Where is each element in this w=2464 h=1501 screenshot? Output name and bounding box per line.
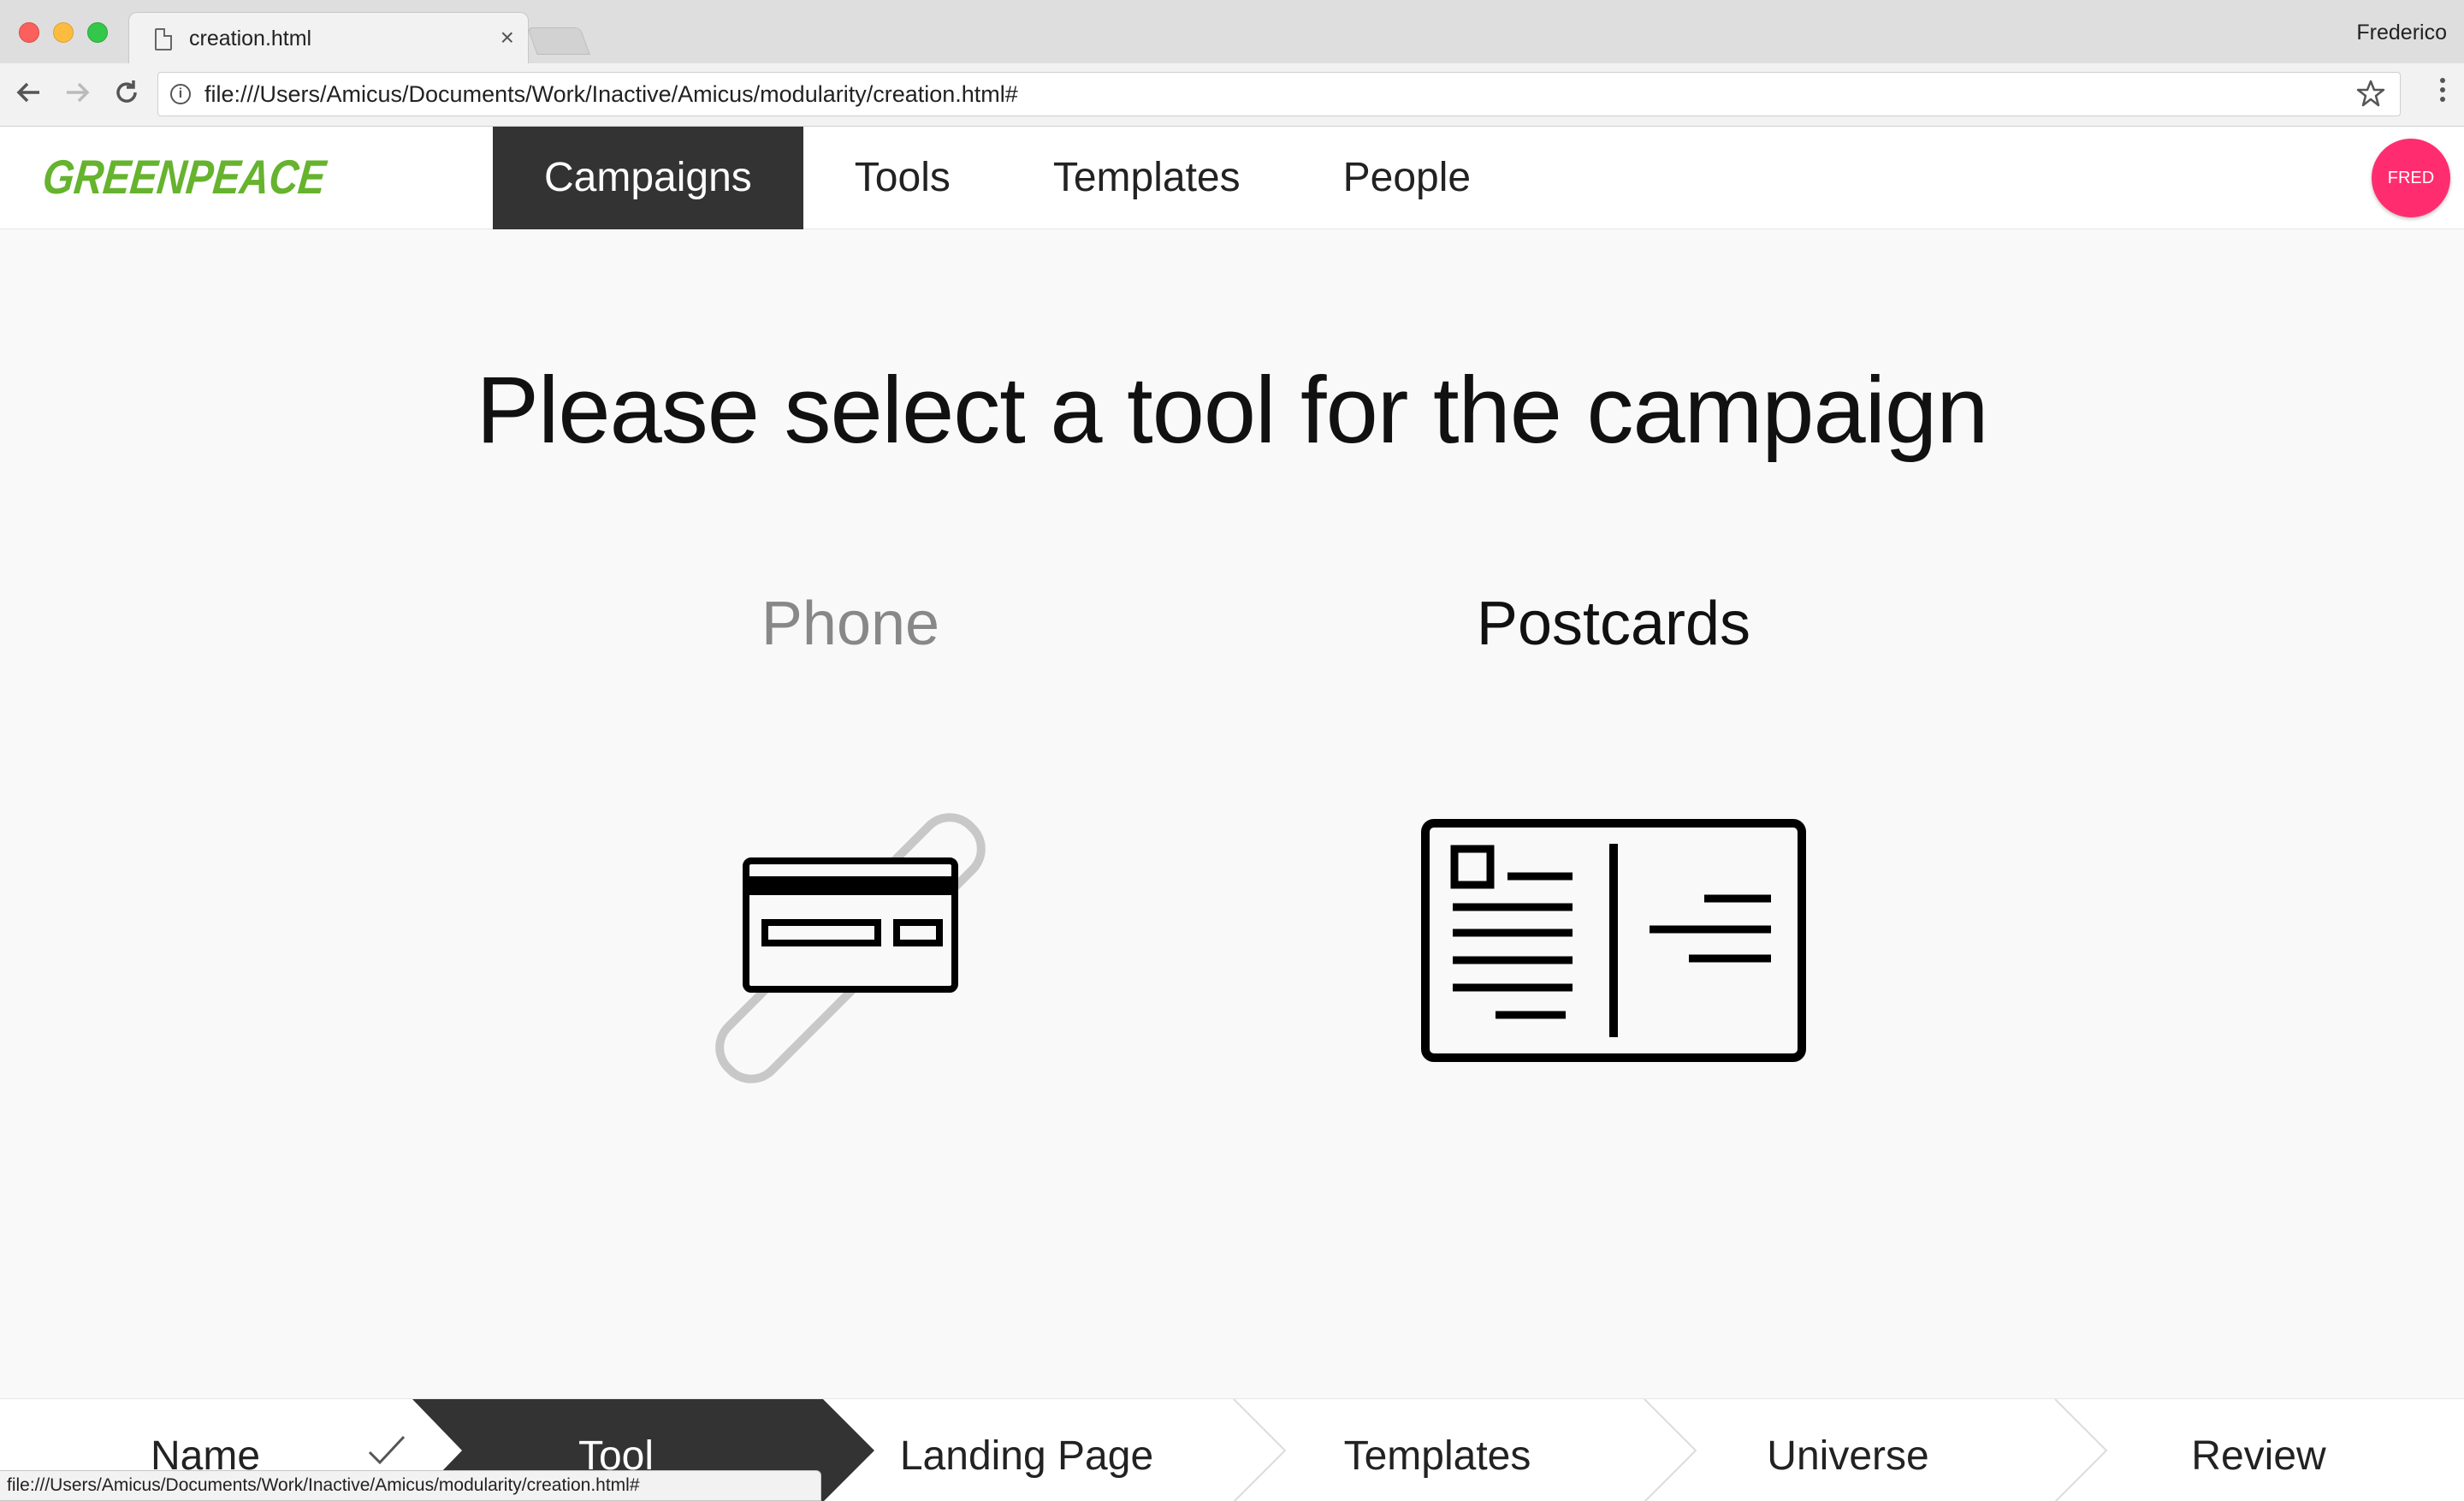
main-nav: Campaigns Tools Templates People: [493, 127, 1522, 229]
greenpeace-logo[interactable]: GREENPEACE: [43, 147, 334, 207]
tab-title: creation.html: [189, 27, 312, 50]
avatar[interactable]: FRED: [2372, 139, 2450, 217]
close-window-button[interactable]: [19, 22, 39, 43]
step-universe[interactable]: Universe: [1643, 1399, 2053, 1501]
status-bubble: file:///Users/Amicus/Documents/Work/Inac…: [0, 1470, 821, 1501]
step-templates[interactable]: Templates: [1232, 1399, 1643, 1501]
maximize-window-button[interactable]: [87, 22, 108, 43]
forward-icon[interactable]: [58, 74, 96, 111]
info-icon[interactable]: i: [170, 84, 191, 104]
page-icon: [155, 28, 172, 50]
nav-tools[interactable]: Tools: [803, 127, 1002, 229]
browser-toolbar: i file:///Users/Amicus/Documents/Work/In…: [0, 63, 2464, 127]
address-bar[interactable]: i file:///Users/Amicus/Documents/Work/In…: [157, 72, 2401, 116]
nav-campaigns[interactable]: Campaigns: [493, 127, 803, 229]
browser-tab[interactable]: creation.html ×: [128, 12, 529, 63]
profile-name[interactable]: Frederico: [2356, 21, 2447, 45]
back-icon[interactable]: [10, 74, 48, 111]
app-header: GREENPEACE Campaigns Tools Templates Peo…: [0, 127, 2464, 229]
step-review[interactable]: Review: [2053, 1399, 2464, 1501]
nav-people[interactable]: People: [1292, 127, 1522, 229]
star-icon[interactable]: [2355, 78, 2386, 116]
tool-card-postcards[interactable]: Postcards: [1314, 589, 1913, 1136]
main-content: Please select a tool for the campaign Ph…: [0, 229, 2464, 1398]
tool-label-postcards: Postcards: [1476, 590, 1751, 658]
tab-close-icon[interactable]: ×: [500, 24, 514, 51]
url-text[interactable]: file:///Users/Amicus/Documents/Work/Inac…: [204, 81, 1018, 108]
step-landing-page[interactable]: Landing Page: [821, 1399, 1232, 1501]
phone-card-icon: [715, 813, 986, 1083]
browser-titlebar: creation.html × Frederico: [0, 0, 2464, 63]
reload-icon[interactable]: [108, 74, 145, 111]
nav-templates[interactable]: Templates: [1002, 127, 1292, 229]
tool-card-phone[interactable]: Phone: [551, 589, 1150, 1136]
tool-label-phone: Phone: [761, 590, 940, 658]
new-tab-button[interactable]: [527, 27, 590, 55]
postcard-icon: [1421, 819, 1806, 1062]
check-icon: [368, 1435, 406, 1465]
minimize-window-button[interactable]: [53, 22, 74, 43]
page-title: Please select a tool for the campaign: [476, 358, 1989, 463]
menu-icon[interactable]: [2438, 74, 2447, 111]
logo-text: GREENPEACE: [43, 150, 329, 204]
